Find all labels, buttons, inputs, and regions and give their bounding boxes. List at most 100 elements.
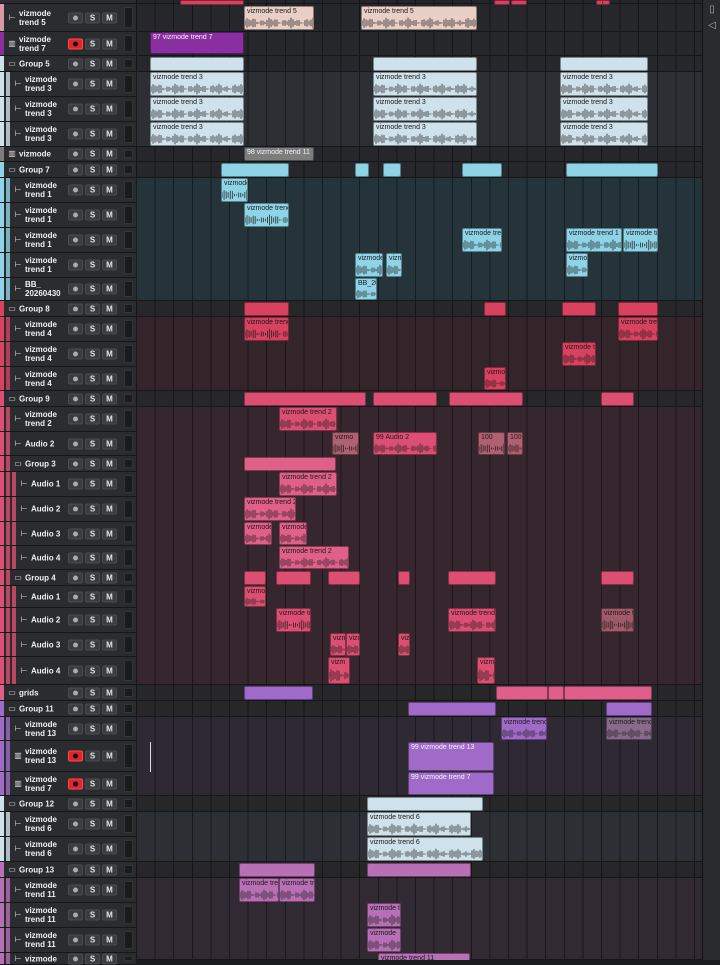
- track-name[interactable]: vizmode trend 11: [25, 906, 57, 924]
- track-name[interactable]: Audio 2: [31, 505, 60, 514]
- clip[interactable]: [602, 0, 610, 5]
- clip[interactable]: vizmo: [386, 253, 402, 277]
- clip[interactable]: BB_20: [355, 278, 377, 300]
- mute-button[interactable]: M: [102, 687, 117, 698]
- clip[interactable]: [244, 686, 313, 700]
- track-header[interactable]: ⊢ vizmode trend 1 SM: [0, 228, 136, 253]
- clip[interactable]: vizmode trend 4: [244, 317, 289, 341]
- solo-button[interactable]: S: [85, 209, 100, 221]
- solo-button[interactable]: S: [85, 283, 100, 295]
- clip[interactable]: vizmode trend 2: [279, 546, 349, 569]
- mute-button[interactable]: M: [102, 348, 117, 360]
- mute-button[interactable]: M: [102, 164, 117, 175]
- input-monitor-button[interactable]: [68, 323, 83, 335]
- clip[interactable]: [355, 163, 369, 177]
- clip[interactable]: [383, 163, 401, 177]
- track-header[interactable]: ⊢ Audio 2 SM: [0, 497, 136, 522]
- solo-button[interactable]: S: [85, 665, 100, 676]
- track-name[interactable]: vizmode trend 6: [25, 815, 57, 833]
- track-name[interactable]: vizmode trend 6: [25, 840, 57, 858]
- mute-button[interactable]: M: [102, 591, 117, 602]
- input-monitor-button[interactable]: [68, 552, 83, 563]
- mute-button[interactable]: M: [102, 614, 117, 626]
- mute-button[interactable]: M: [102, 438, 117, 449]
- clip[interactable]: vizmode trend 11: [378, 953, 470, 960]
- solo-button[interactable]: S: [85, 128, 100, 140]
- mute-button[interactable]: M: [102, 639, 117, 650]
- solo-button[interactable]: S: [85, 687, 100, 698]
- solo-button[interactable]: S: [85, 778, 100, 789]
- folder-track-header[interactable]: ▭ Group 9 SM: [0, 391, 136, 407]
- solo-button[interactable]: S: [85, 58, 100, 69]
- clip[interactable]: [618, 302, 658, 316]
- track-header[interactable]: ⊢ vizmode trend 2 SM: [0, 407, 136, 432]
- input-monitor-button[interactable]: [68, 259, 83, 271]
- clip[interactable]: [244, 571, 266, 585]
- solo-button[interactable]: S: [85, 884, 100, 896]
- solo-button[interactable]: S: [85, 934, 100, 946]
- solo-button[interactable]: S: [85, 413, 100, 425]
- mute-button[interactable]: M: [102, 234, 117, 246]
- clip[interactable]: [239, 863, 315, 877]
- clip[interactable]: vizmode trend 3: [560, 97, 648, 121]
- playhead-marker[interactable]: [150, 742, 151, 772]
- solo-button[interactable]: S: [85, 614, 100, 626]
- clip[interactable]: vizmode trend 13: [606, 717, 652, 740]
- solo-button[interactable]: S: [85, 438, 100, 449]
- solo-button[interactable]: S: [85, 864, 100, 875]
- track-name[interactable]: Audio 4: [31, 553, 60, 562]
- mute-button[interactable]: M: [102, 103, 117, 115]
- clip[interactable]: [494, 0, 510, 5]
- track-header[interactable]: ⊢ vizmode trend 6 SM: [0, 837, 136, 862]
- track-header[interactable]: ⊢ Audio 2 SM: [0, 432, 136, 456]
- record-arm-button[interactable]: [68, 38, 83, 49]
- clip[interactable]: vizmode trend 3: [560, 72, 648, 96]
- track-name[interactable]: vizmode trend 1: [25, 231, 57, 249]
- track-lane[interactable]: [136, 147, 702, 162]
- mute-button[interactable]: M: [102, 148, 117, 160]
- clip[interactable]: vizmode t: [279, 522, 307, 545]
- clip[interactable]: vizmode trend 3: [150, 122, 244, 146]
- clip[interactable]: [560, 57, 648, 71]
- solo-button[interactable]: S: [85, 750, 100, 762]
- input-monitor-button[interactable]: [68, 283, 83, 295]
- clip[interactable]: [180, 0, 244, 5]
- track-name[interactable]: vizmode trend 7: [19, 35, 51, 53]
- clip[interactable]: vizmo: [477, 657, 495, 684]
- folder-track-header[interactable]: ▭ Group 8 SM: [0, 301, 136, 317]
- track-header[interactable]: ⊢ Audio 1 SM: [0, 472, 136, 497]
- clip[interactable]: 99 Audio 2: [373, 432, 437, 455]
- track-header[interactable]: ⊢ vizmode trend 11 S M: [0, 903, 136, 928]
- clip[interactable]: vizm: [330, 633, 346, 656]
- mute-button[interactable]: M: [102, 184, 117, 196]
- mute-button[interactable]: M: [102, 528, 117, 539]
- clip[interactable]: [601, 392, 634, 406]
- track-name[interactable]: vizmode trend 1: [25, 181, 57, 199]
- solo-button[interactable]: S: [85, 78, 100, 90]
- input-monitor-button[interactable]: [68, 148, 83, 160]
- clip[interactable]: [448, 571, 496, 585]
- mute-button[interactable]: M: [102, 703, 117, 714]
- solo-button[interactable]: S: [85, 572, 100, 583]
- clip[interactable]: vizmode trend 2: [279, 472, 337, 496]
- solo-button[interactable]: S: [85, 303, 100, 314]
- clip[interactable]: vizmode trer: [562, 342, 596, 366]
- track-header[interactable]: ⊢ Audio 3 SM: [0, 522, 136, 546]
- mute-button[interactable]: M: [102, 572, 117, 583]
- track-name[interactable]: Audio 1: [31, 592, 60, 601]
- record-arm-button[interactable]: [68, 778, 83, 789]
- track-name[interactable]: Audio 2: [31, 616, 60, 625]
- clip[interactable]: 100: [478, 432, 505, 455]
- clip[interactable]: 99 vizmode trend 13: [408, 742, 494, 771]
- clip[interactable]: vizm: [398, 633, 410, 656]
- clip[interactable]: [511, 0, 527, 5]
- input-monitor-button[interactable]: [68, 572, 83, 583]
- record-arm-button[interactable]: [68, 750, 83, 762]
- input-monitor-button[interactable]: [68, 703, 83, 714]
- track-header[interactable]: ⊢ Audio 4 SM: [0, 546, 136, 570]
- clip[interactable]: vizmode trend: [462, 228, 502, 252]
- folder-track-header[interactable]: ▭ Group 7 SM: [0, 162, 136, 178]
- track-name[interactable]: vizmode trend 3: [25, 100, 57, 118]
- clip[interactable]: vizmode trend: [618, 317, 658, 341]
- mute-button[interactable]: M: [102, 303, 117, 314]
